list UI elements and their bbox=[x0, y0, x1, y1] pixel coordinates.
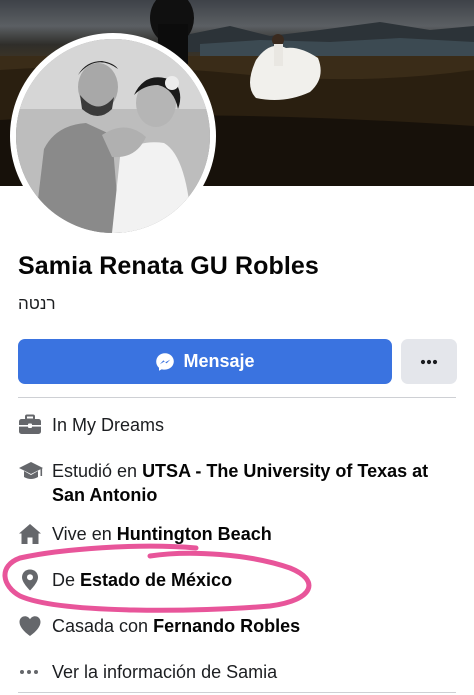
detail-hometown: De Estado de México bbox=[18, 568, 458, 592]
profile-alternate-name: רנטה bbox=[18, 294, 56, 313]
more-dots-icon bbox=[420, 359, 438, 365]
section-divider bbox=[18, 397, 456, 398]
detail-relationship: Casada con Fernando Robles bbox=[18, 614, 458, 638]
messenger-icon bbox=[155, 352, 175, 372]
detail-relationship-prefix: Casada con bbox=[52, 616, 154, 636]
location-pin-icon bbox=[18, 568, 52, 592]
profile-name: Samia Renata GU Robles bbox=[18, 252, 319, 280]
profile-avatar[interactable] bbox=[10, 33, 216, 239]
heart-icon bbox=[18, 614, 52, 638]
detail-current-city-prefix: Vive en bbox=[52, 524, 117, 544]
graduation-cap-icon bbox=[18, 459, 52, 483]
detail-education-prefix: Estudió en bbox=[52, 461, 143, 481]
detail-current-city: Vive en Huntington Beach bbox=[18, 522, 458, 546]
message-button[interactable]: Mensaje bbox=[18, 339, 392, 384]
partner-link[interactable]: Fernando Robles bbox=[153, 616, 300, 636]
detail-hometown-prefix: De bbox=[52, 570, 81, 590]
see-about-info-link[interactable]: Ver la información de Samia bbox=[18, 660, 458, 684]
home-icon bbox=[18, 522, 52, 546]
profile-picture-scene bbox=[16, 39, 210, 233]
detail-work: In My Dreams bbox=[18, 413, 458, 437]
detail-education: Estudió en UTSA - The University of Texa… bbox=[18, 459, 458, 507]
briefcase-icon bbox=[18, 413, 52, 437]
message-button-label: Mensaje bbox=[183, 351, 255, 371]
hometown-link[interactable]: Estado de México bbox=[80, 570, 232, 590]
see-about-info-label: Ver la información de Samia bbox=[52, 662, 278, 682]
section-divider-bottom bbox=[18, 692, 456, 693]
more-options-button[interactable] bbox=[401, 339, 457, 384]
current-city-link[interactable]: Huntington Beach bbox=[117, 524, 272, 544]
profile-picture bbox=[16, 39, 210, 233]
more-dots-icon bbox=[18, 660, 52, 684]
detail-work-text: In My Dreams bbox=[52, 415, 165, 435]
